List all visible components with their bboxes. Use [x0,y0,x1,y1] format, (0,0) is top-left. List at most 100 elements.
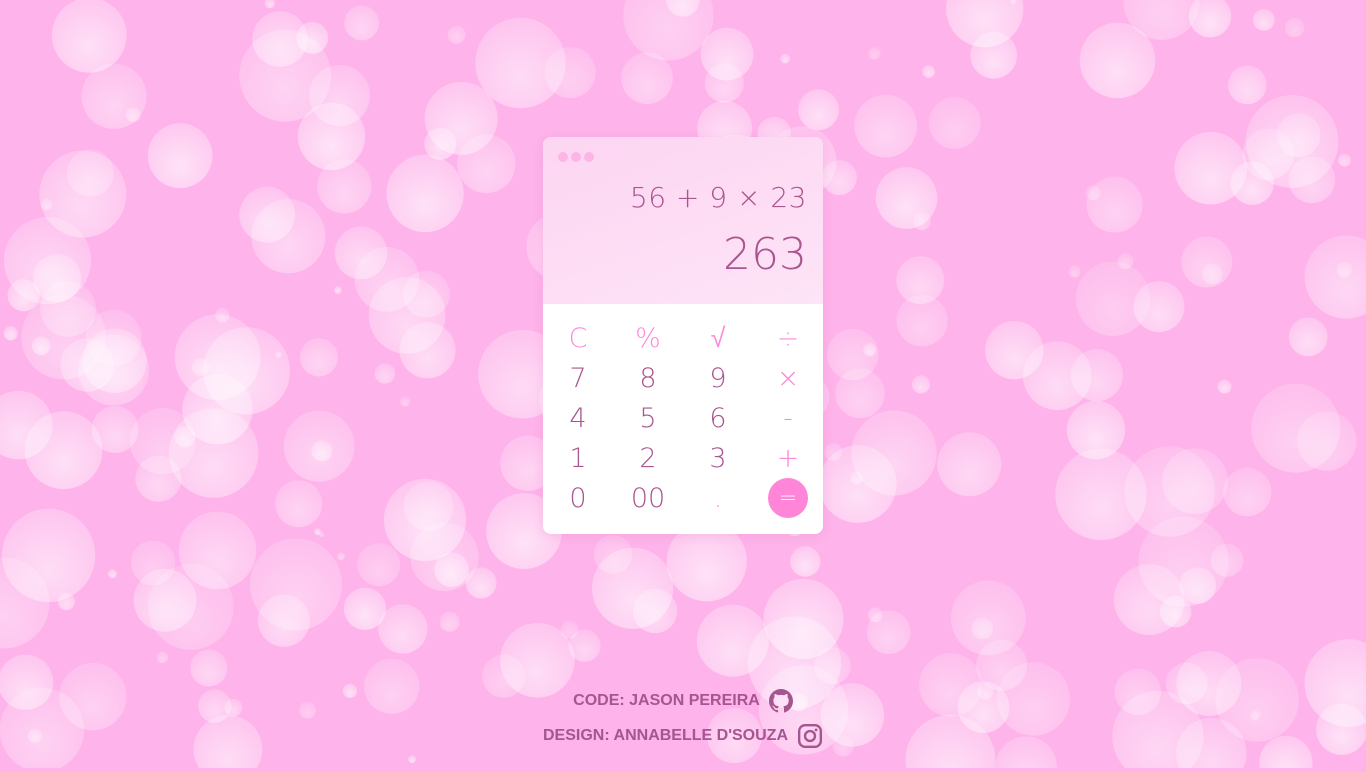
bubble [317,159,371,213]
bubble [424,128,456,160]
bubble [457,135,516,194]
key-button[interactable]: 3 [688,438,748,478]
bubble [335,227,388,280]
window-dot-icon [558,152,568,162]
key-button[interactable]: = [768,478,808,518]
bubble [215,308,229,322]
github-icon[interactable] [769,689,793,713]
bubble [148,564,234,650]
bubble [929,97,981,149]
bubble [1253,9,1275,31]
key-button[interactable]: 4 [548,398,608,438]
bubble [400,397,410,407]
bubble [386,155,463,232]
key-button[interactable]: √ [688,318,748,358]
key-button[interactable]: + [758,438,818,478]
window-dot-icon [584,152,594,162]
bubble [309,65,370,126]
bubble [621,53,673,105]
bubble [174,426,195,447]
bubble [344,6,379,41]
bubble [1211,544,1244,577]
bubble [1297,411,1356,470]
bubble [384,479,466,561]
bubble [1080,23,1156,99]
bubble [1228,66,1267,105]
bubble [448,26,466,44]
bubble [1068,265,1080,277]
bubble [284,411,355,482]
key-button[interactable]: C [548,318,608,358]
calculator-display: 56 + 9 × 23 263 [543,137,823,304]
bubble [946,0,1023,47]
bubble [1246,95,1339,188]
bubble [175,314,261,400]
bubble [1223,468,1271,516]
bubble [790,546,820,576]
bubble [475,18,565,108]
bubble [1305,236,1366,319]
key-button[interactable]: 8 [618,358,678,398]
bubble [854,95,917,158]
bubble [466,568,497,599]
bubble [190,650,227,687]
key-button[interactable]: - [758,398,818,438]
bubble [868,47,880,59]
code-credit: CODE: JASON PEREIRA [0,689,1366,713]
bubble [1174,132,1247,205]
bubble [1071,349,1123,401]
key-button[interactable]: % [618,318,678,358]
bubble [408,755,416,763]
bubble [976,640,1027,691]
bubble [8,279,40,311]
bubble [937,432,1001,496]
bubble [148,123,213,188]
key-button[interactable]: × [758,358,818,398]
bubble [1114,564,1185,635]
bubble [52,0,127,73]
bubble [633,589,677,633]
bubble [1305,639,1366,727]
key-button[interactable]: . [688,478,748,518]
bubble [296,22,328,54]
bubble [863,343,876,356]
bubble [92,406,139,453]
key-button[interactable]: 9 [688,358,748,398]
bubble [314,528,321,535]
design-credit-text: DESIGN: ANNABELLE D'SOUZA [543,727,788,745]
bubble [300,338,338,376]
bubble [108,569,117,578]
bubble [825,443,843,461]
bubble [1218,380,1232,394]
key-button[interactable]: 0 [548,478,608,518]
bubble [192,358,210,376]
window-dots [558,152,594,162]
bubble [1338,154,1351,167]
bubble [623,0,713,61]
key-button[interactable]: 5 [618,398,678,438]
bubble [876,167,938,229]
bubble [275,480,322,527]
bubble [1289,318,1328,357]
bubble [265,0,275,8]
key-button[interactable]: 1 [548,438,608,478]
key-button[interactable]: 6 [688,398,748,438]
key-button[interactable]: 7 [548,358,608,398]
key-button[interactable]: 2 [618,438,678,478]
bubble [1285,18,1304,37]
instagram-icon[interactable] [797,723,823,749]
design-credit: DESIGN: ANNABELLE D'SOUZA [0,723,1366,749]
code-credit-text: CODE: JASON PEREIRA [573,692,760,710]
key-button[interactable]: 00 [618,478,678,518]
bubble [822,160,857,195]
bubble [81,64,146,129]
bubble [1162,448,1228,514]
bubble [375,363,395,383]
bubble [403,271,450,318]
bubble [440,612,460,632]
bubble [169,408,259,498]
bubble [357,543,400,586]
bubble [1181,237,1232,288]
bubble [1134,281,1185,332]
key-button[interactable]: ÷ [758,318,818,358]
